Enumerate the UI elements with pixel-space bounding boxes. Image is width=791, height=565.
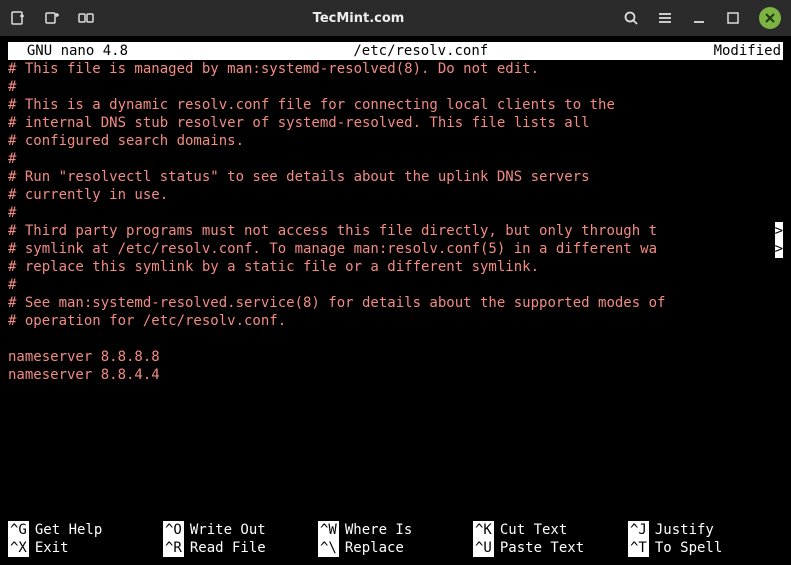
hamburger-menu-icon[interactable] bbox=[657, 10, 673, 26]
nano-shortcut: ^W Where Is bbox=[318, 521, 473, 539]
file-line[interactable]: nameserver 8.8.8.8 bbox=[8, 348, 783, 366]
shortcut-label: Cut Text bbox=[500, 521, 567, 539]
file-line-text: # Run "resolvectl status" to see details… bbox=[8, 168, 783, 186]
shortcut-key: ^\ bbox=[318, 539, 339, 557]
minimize-icon[interactable] bbox=[691, 10, 707, 26]
shortcut-key: ^G bbox=[8, 521, 29, 539]
shortcut-key: ^X bbox=[8, 539, 29, 557]
file-line-text: # Third party programs must not access t… bbox=[8, 222, 775, 240]
file-line[interactable]: # This is a dynamic resolv.conf file for… bbox=[8, 96, 783, 114]
file-line[interactable]: nameserver 8.8.4.4 bbox=[8, 366, 783, 384]
shortcut-label: Replace bbox=[345, 539, 404, 557]
maximize-icon[interactable] bbox=[725, 10, 741, 26]
search-icon[interactable] bbox=[623, 10, 639, 26]
file-line[interactable]: # configured search domains. bbox=[8, 132, 783, 150]
nano-file-content[interactable]: # This file is managed by man:systemd-re… bbox=[8, 60, 783, 384]
file-line-text: # currently in use. bbox=[8, 186, 783, 204]
shortcut-key: ^J bbox=[628, 521, 649, 539]
nano-shortcut: ^R Read File bbox=[163, 539, 318, 557]
shortcut-label: Exit bbox=[35, 539, 69, 557]
file-line[interactable]: # Third party programs must not access t… bbox=[8, 222, 783, 240]
nano-shortcut: ^K Cut Text bbox=[473, 521, 628, 539]
nano-shortcut-bar: ^G Get Help ^O Write Out ^W Where Is ^K Cut Tex… bbox=[8, 521, 783, 557]
file-line[interactable]: # See man:systemd-resolved.service(8) fo… bbox=[8, 294, 783, 312]
file-line-text bbox=[8, 330, 783, 348]
file-line-text: # bbox=[8, 276, 783, 294]
file-line-text: nameserver 8.8.8.8 bbox=[8, 348, 783, 366]
file-line[interactable]: # symlink at /etc/resolv.conf. To manage… bbox=[8, 240, 783, 258]
file-line-text: # internal DNS stub resolver of systemd-… bbox=[8, 114, 783, 132]
line-truncation-marker: > bbox=[775, 222, 783, 240]
shortcut-label: Write Out bbox=[190, 521, 266, 539]
file-line[interactable]: # currently in use. bbox=[8, 186, 783, 204]
file-line-text: # This is a dynamic resolv.conf file for… bbox=[8, 96, 783, 114]
nano-shortcut: ^O Write Out bbox=[163, 521, 318, 539]
shortcut-key: ^T bbox=[628, 539, 649, 557]
file-line-text: # operation for /etc/resolv.conf. bbox=[8, 312, 783, 330]
file-line[interactable]: # bbox=[8, 150, 783, 168]
file-line[interactable]: # bbox=[8, 204, 783, 222]
file-line[interactable] bbox=[8, 330, 783, 348]
file-line-text: # symlink at /etc/resolv.conf. To manage… bbox=[8, 240, 775, 258]
shortcut-key: ^W bbox=[318, 521, 339, 539]
file-line-text: # configured search domains. bbox=[8, 132, 783, 150]
file-line[interactable]: # bbox=[8, 78, 783, 96]
shortcut-label: To Spell bbox=[655, 539, 722, 557]
shortcut-key: ^O bbox=[163, 521, 184, 539]
window-title: TecMint.com bbox=[110, 11, 607, 26]
nano-shortcut: ^J Justify bbox=[628, 521, 783, 539]
file-line[interactable]: # Run "resolvectl status" to see details… bbox=[8, 168, 783, 186]
new-window-icon[interactable] bbox=[44, 10, 60, 26]
file-line[interactable]: # internal DNS stub resolver of systemd-… bbox=[8, 114, 783, 132]
file-line[interactable]: # bbox=[8, 276, 783, 294]
file-line-text: # bbox=[8, 150, 783, 168]
nano-status: Modified bbox=[714, 42, 781, 60]
nano-shortcut: ^X Exit bbox=[8, 539, 163, 557]
shortcut-label: Where Is bbox=[345, 521, 412, 539]
file-line-text: # This file is managed by man:systemd-re… bbox=[8, 60, 783, 78]
shortcut-key: ^R bbox=[163, 539, 184, 557]
file-line[interactable]: # operation for /etc/resolv.conf. bbox=[8, 312, 783, 330]
shortcut-key: ^K bbox=[473, 521, 494, 539]
shortcut-label: Get Help bbox=[35, 521, 102, 539]
shortcut-label: Read File bbox=[190, 539, 266, 557]
split-terminal-icon[interactable] bbox=[78, 10, 94, 26]
nano-app-name: GNU nano 4.8 bbox=[10, 42, 128, 60]
nano-shortcut: ^G Get Help bbox=[8, 521, 163, 539]
window-titlebar: TecMint.com bbox=[0, 0, 791, 36]
line-truncation-marker: > bbox=[775, 240, 783, 258]
file-line-text: # bbox=[8, 204, 783, 222]
nano-shortcut: ^U Paste Text bbox=[473, 539, 628, 557]
nano-header-bar: GNU nano 4.8 /etc/resolv.conf Modified bbox=[8, 42, 783, 60]
shortcut-key: ^U bbox=[473, 539, 494, 557]
file-line[interactable]: # This file is managed by man:systemd-re… bbox=[8, 60, 783, 78]
file-line[interactable]: # replace this symlink by a static file … bbox=[8, 258, 783, 276]
shortcut-label: Paste Text bbox=[500, 539, 584, 557]
nano-shortcut: ^T To Spell bbox=[628, 539, 783, 557]
new-tab-icon[interactable] bbox=[10, 10, 26, 26]
close-button[interactable] bbox=[759, 7, 781, 29]
shortcut-label: Justify bbox=[655, 521, 714, 539]
terminal-viewport[interactable]: GNU nano 4.8 /etc/resolv.conf Modified #… bbox=[0, 36, 791, 565]
file-line-text: nameserver 8.8.4.4 bbox=[8, 366, 783, 384]
nano-filename: /etc/resolv.conf bbox=[128, 42, 714, 60]
file-line-text: # bbox=[8, 78, 783, 96]
file-line-text: # replace this symlink by a static file … bbox=[8, 258, 783, 276]
file-line-text: # See man:systemd-resolved.service(8) fo… bbox=[8, 294, 783, 312]
nano-shortcut: ^\ Replace bbox=[318, 539, 473, 557]
